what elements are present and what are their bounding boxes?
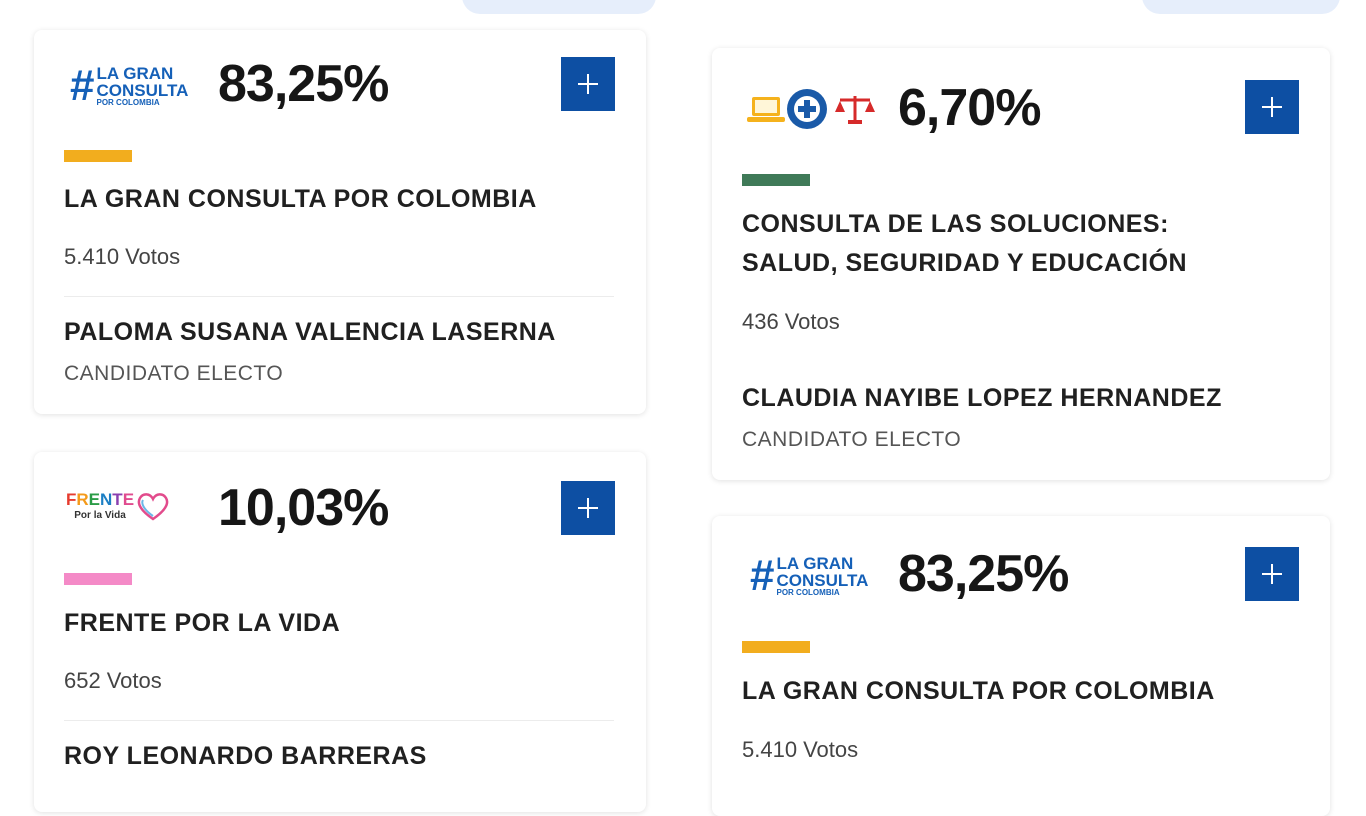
candidate-name: ROY LEONARDO BARRERAS xyxy=(64,742,427,770)
logo-hash: # xyxy=(750,551,775,600)
soluciones-logo xyxy=(746,86,878,132)
divider xyxy=(64,720,614,721)
votes-count: 5.410 Votos xyxy=(742,737,858,763)
expand-button[interactable] xyxy=(1245,80,1299,134)
party-name-line2: SALUD, SEGURIDAD Y EDUCACIÓN xyxy=(742,249,1188,277)
laptop-icon xyxy=(747,97,785,122)
votes-count: 436 Votos xyxy=(742,309,840,335)
party-color-bar xyxy=(742,174,810,186)
top-tab-right[interactable] xyxy=(1142,0,1340,14)
vote-percentage: 6,70% xyxy=(898,79,1041,137)
logo-hash: # xyxy=(70,61,95,110)
party-name: LA GRAN CONSULTA POR COLOMBIA xyxy=(742,677,1215,705)
party-name: LA GRAN CONSULTA POR COLOMBIA xyxy=(64,185,537,213)
vote-percentage: 83,25% xyxy=(898,545,1069,603)
plus-icon xyxy=(1262,97,1282,117)
votes-number: 652 xyxy=(64,668,101,693)
frente-por-la-vida-logo: F R E N T E Por la Vida xyxy=(66,490,170,521)
la-gran-consulta-logo: # LA GRAN CONSULTA POR COLOMBIA xyxy=(750,554,868,598)
heart-icon xyxy=(137,492,169,521)
plus-icon xyxy=(578,498,598,518)
vote-percentage: 83,25% xyxy=(218,55,389,113)
party-color-bar xyxy=(64,150,132,162)
expand-button[interactable] xyxy=(1245,547,1299,601)
logo-line3: POR COLOMBIA xyxy=(96,98,160,107)
votes-number: 5.410 xyxy=(64,244,120,269)
logo-line2: CONSULTA xyxy=(96,81,189,100)
plus-icon xyxy=(1262,564,1282,584)
votes-count: 652 Votos xyxy=(64,668,162,694)
divider xyxy=(64,296,614,297)
logo-letter: E xyxy=(88,490,101,509)
top-tab-left[interactable] xyxy=(462,0,656,14)
logo-letter: F xyxy=(66,490,77,509)
candidate-status: CANDIDATO ELECTO xyxy=(742,428,962,451)
logo-subtitle: Por la Vida xyxy=(74,510,126,521)
votes-number: 5.410 xyxy=(742,737,798,762)
candidate-name: CLAUDIA NAYIBE LOPEZ HERNANDEZ xyxy=(742,384,1222,412)
votes-label: Votos xyxy=(106,668,162,693)
expand-button[interactable] xyxy=(561,57,615,111)
votes-label: Votos xyxy=(125,244,181,269)
candidate-status: CANDIDATO ELECTO xyxy=(64,362,284,385)
logo-line2: CONSULTA xyxy=(776,571,869,590)
party-color-bar xyxy=(742,641,810,653)
logo-line3: POR COLOMBIA xyxy=(776,588,840,597)
justice-scale-icon xyxy=(835,96,875,124)
logo-letter: R xyxy=(76,490,89,509)
votes-number: 436 xyxy=(742,309,779,334)
votes-label: Votos xyxy=(803,737,859,762)
logo-letter: T xyxy=(112,490,123,509)
party-name: FRENTE POR LA VIDA xyxy=(64,609,341,637)
votes-count: 5.410 Votos xyxy=(64,244,180,270)
candidate-name: PALOMA SUSANA VALENCIA LASERNA xyxy=(64,318,556,346)
logo-text: LA GRAN CONSULTA POR COLOMBIA xyxy=(776,555,868,597)
votes-label: Votos xyxy=(784,309,840,334)
logo-letter: E xyxy=(122,490,135,509)
la-gran-consulta-logo: # LA GRAN CONSULTA POR COLOMBIA xyxy=(70,64,188,108)
party-name-line1: CONSULTA DE LAS SOLUCIONES: xyxy=(742,210,1169,238)
logo-line1: LA GRAN xyxy=(776,554,854,573)
logo-letter: N xyxy=(100,490,113,509)
logo-text: LA GRAN CONSULTA POR COLOMBIA xyxy=(96,65,188,107)
logo-line1: LA GRAN xyxy=(96,64,174,83)
party-color-bar xyxy=(64,573,132,585)
expand-button[interactable] xyxy=(561,481,615,535)
logo-word: F R E N T E xyxy=(66,490,134,510)
health-cross-icon xyxy=(787,89,827,129)
plus-icon xyxy=(578,74,598,94)
vote-percentage: 10,03% xyxy=(218,479,389,537)
